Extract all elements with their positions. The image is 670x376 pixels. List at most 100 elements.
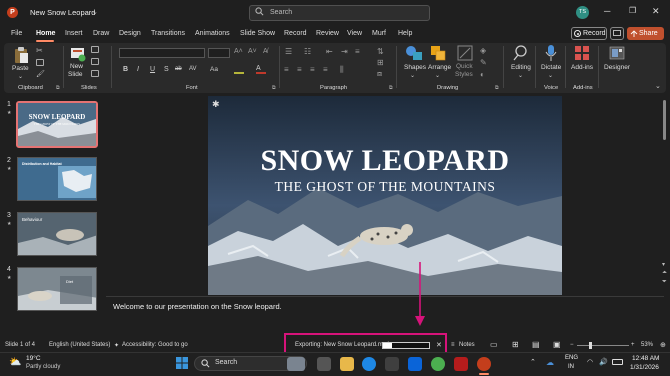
- bullets-icon[interactable]: ☰: [285, 47, 292, 56]
- font-color-icon[interactable]: A: [256, 65, 266, 74]
- quick-styles-button[interactable]: Styles: [455, 71, 473, 78]
- paste-button[interactable]: Paste: [12, 65, 29, 72]
- wifi-icon[interactable]: ◠: [587, 358, 593, 366]
- tab-transitions[interactable]: Transitions: [151, 30, 185, 37]
- zoom-level[interactable]: 53%: [641, 342, 653, 348]
- shapes-button[interactable]: Shapes: [404, 64, 426, 71]
- restore-icon[interactable]: ❐: [629, 6, 636, 15]
- tab-record[interactable]: Record: [284, 30, 307, 37]
- font-size-select[interactable]: [208, 48, 230, 58]
- accessibility-status[interactable]: Accessibility: Good to go: [122, 342, 188, 348]
- tab-help[interactable]: Help: [398, 30, 412, 37]
- edge-browser-icon[interactable]: [362, 357, 376, 371]
- mail-icon[interactable]: [408, 357, 422, 371]
- text-direction-icon[interactable]: ⇅: [377, 47, 384, 56]
- dialog-launcher-icon[interactable]: ⧉: [389, 85, 393, 91]
- store-icon[interactable]: [385, 357, 399, 371]
- zoom-out-icon[interactable]: −: [570, 342, 574, 348]
- clear-format-icon[interactable]: A̸: [263, 48, 268, 55]
- chevron-down-icon[interactable]: ⌄: [435, 72, 440, 79]
- chevron-down-icon[interactable]: ⌄: [92, 8, 98, 16]
- line-spacing-icon[interactable]: ≡: [355, 47, 360, 56]
- editing-button[interactable]: Editing: [511, 64, 531, 71]
- increase-indent-icon[interactable]: ⇥: [341, 47, 348, 56]
- avatar[interactable]: TS: [576, 6, 589, 19]
- slide-thumbnail-1[interactable]: SNOW LEOPARD THE GHOST OF THE MOUNTAINS: [16, 101, 98, 148]
- decrease-indent-icon[interactable]: ⇤: [326, 47, 333, 56]
- columns-icon[interactable]: ⫼: [340, 65, 344, 75]
- underline-button[interactable]: U: [150, 66, 155, 73]
- slide-title[interactable]: SNOW LEOPARD: [208, 144, 562, 178]
- tab-review[interactable]: Review: [316, 30, 339, 37]
- close-icon[interactable]: ✕: [652, 6, 660, 17]
- section-icon[interactable]: [91, 70, 99, 77]
- tab-file[interactable]: File: [11, 30, 22, 37]
- chrome-icon[interactable]: [431, 357, 445, 371]
- shrink-font-icon[interactable]: A˅: [248, 48, 257, 55]
- notes-text[interactable]: Welcome to our presentation on the Snow …: [113, 302, 282, 311]
- next-slide-icon[interactable]: ⏷: [662, 279, 667, 286]
- shadow-button[interactable]: S: [164, 66, 169, 73]
- chevron-down-icon[interactable]: ⌄: [18, 73, 23, 80]
- document-title[interactable]: New Snow Leopard: [30, 8, 95, 17]
- ribbon-collapse-icon[interactable]: ⌄: [655, 82, 661, 90]
- cancel-export-icon[interactable]: ✕: [436, 341, 442, 349]
- copy-icon[interactable]: [36, 59, 44, 66]
- reading-view-icon[interactable]: ▤: [532, 340, 540, 349]
- align-center-icon[interactable]: ≡: [297, 65, 302, 74]
- slide-thumbnail-4[interactable]: Diet: [17, 267, 97, 311]
- align-left-icon[interactable]: ≡: [284, 65, 289, 74]
- acrobat-icon[interactable]: [454, 357, 468, 371]
- tab-design[interactable]: Design: [119, 30, 141, 37]
- tab-murf[interactable]: Murf: [372, 30, 386, 37]
- tab-draw[interactable]: Draw: [93, 30, 109, 37]
- shape-effects-icon[interactable]: ◐: [480, 70, 485, 79]
- align-text-icon[interactable]: ⊞: [377, 58, 384, 67]
- battery-icon[interactable]: [612, 359, 623, 365]
- task-view-icon[interactable]: [317, 357, 331, 371]
- zoom-slider-thumb[interactable]: [589, 342, 592, 349]
- clock-date[interactable]: 1/31/2026: [630, 364, 659, 371]
- tab-animations[interactable]: Animations: [195, 30, 230, 37]
- grow-font-icon[interactable]: A˄: [234, 48, 243, 55]
- previous-slide-icon[interactable]: ⏶: [662, 270, 667, 277]
- dialog-launcher-icon[interactable]: ⧉: [495, 85, 499, 91]
- powerpoint-taskbar-icon[interactable]: [477, 357, 491, 371]
- slide-subtitle[interactable]: THE GHOST OF THE MOUNTAINS: [208, 179, 562, 195]
- chevron-down-icon[interactable]: ⌄: [548, 72, 553, 79]
- dictate-button[interactable]: Dictate: [541, 64, 561, 71]
- shape-fill-icon[interactable]: ◈: [480, 46, 486, 55]
- shape-outline-icon[interactable]: ✎: [480, 58, 487, 67]
- designer-button[interactable]: Designer: [604, 64, 630, 71]
- onedrive-icon[interactable]: ☁: [546, 358, 554, 367]
- windows-start-icon[interactable]: [176, 357, 188, 369]
- tab-slide-show[interactable]: Slide Show: [240, 30, 275, 37]
- chevron-down-icon[interactable]: ⌄: [410, 72, 415, 79]
- change-case-button[interactable]: Aa: [210, 66, 218, 73]
- font-family-select[interactable]: [119, 48, 205, 58]
- tab-home[interactable]: Home: [36, 30, 55, 37]
- highlight-color-icon[interactable]: [234, 66, 244, 74]
- layout-icon[interactable]: [91, 46, 99, 53]
- bold-button[interactable]: B: [123, 66, 128, 73]
- zoom-slider[interactable]: [577, 345, 629, 346]
- tab-insert[interactable]: Insert: [65, 30, 83, 37]
- italic-button[interactable]: I: [137, 66, 139, 73]
- cut-icon[interactable]: ✂: [36, 46, 43, 55]
- addins-button[interactable]: Add-ins: [571, 64, 593, 71]
- scrollbar-thumb[interactable]: [663, 100, 666, 140]
- main-slide[interactable]: ✱ SNOW LEOPARD THE GHOST OF THE MOUNTAIN…: [208, 96, 562, 295]
- notes-button[interactable]: Notes: [459, 342, 475, 348]
- input-language[interactable]: ENG: [565, 355, 578, 361]
- reset-icon[interactable]: [91, 58, 99, 65]
- tab-view[interactable]: View: [347, 30, 362, 37]
- comments-button[interactable]: [610, 27, 624, 40]
- chevron-up-icon[interactable]: ⌃: [530, 358, 536, 366]
- file-explorer-icon[interactable]: [340, 357, 354, 371]
- new-slide-label[interactable]: New: [70, 63, 83, 70]
- char-spacing-button[interactable]: AV: [189, 66, 197, 72]
- chevron-down-icon[interactable]: ⌄: [518, 72, 523, 79]
- quick-styles-label[interactable]: Quick: [456, 63, 473, 70]
- slide-thumbnail-3[interactable]: Behaviour: [17, 212, 97, 256]
- align-right-icon[interactable]: ≡: [310, 65, 315, 74]
